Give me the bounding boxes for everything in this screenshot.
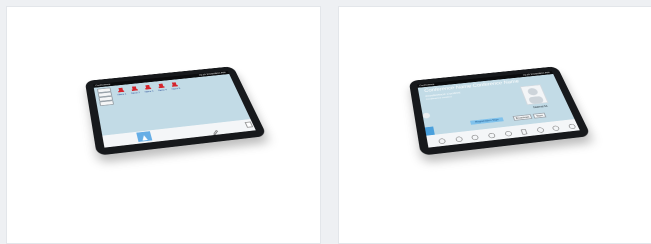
pen-icon[interactable] xyxy=(534,122,547,137)
right-product-card: Conference 10:25 2019/08/01 FRI Conferen… xyxy=(338,6,651,244)
seat-label: Name 2 xyxy=(131,91,141,95)
bottom-bar xyxy=(102,119,256,148)
tablet-device: Conference 10:25 2019/08/01 FRI Name 1 N… xyxy=(84,66,268,156)
menu-item-vote[interactable] xyxy=(99,100,115,107)
left-product-card: Conference 10:25 2019/08/01 FRI Name 1 N… xyxy=(6,6,321,244)
side-handle-icon[interactable] xyxy=(244,121,254,128)
notes-icon[interactable] xyxy=(453,131,464,147)
person-photo xyxy=(519,84,549,106)
status-app-name: Conference xyxy=(419,82,435,87)
broadcast-button[interactable]: Broadcast xyxy=(512,114,533,121)
chat-icon[interactable] xyxy=(486,127,498,143)
pen-icon[interactable] xyxy=(209,125,222,141)
start-button[interactable]: Start xyxy=(532,112,547,119)
vote-icon[interactable] xyxy=(469,129,480,145)
status-app-name: Conference xyxy=(95,82,111,87)
tablet-device: Conference 10:25 2019/08/01 FRI Conferen… xyxy=(408,66,592,156)
seat-label: Name 3 xyxy=(144,90,154,94)
bottom-bar xyxy=(426,119,580,148)
status-clock: 10:25 2019/08/01 FRI xyxy=(522,71,551,77)
bottom-icon-row xyxy=(437,121,577,146)
mic-icon[interactable] xyxy=(502,125,514,141)
status-clock: 10:25 2019/08/01 FRI xyxy=(198,71,227,77)
home-tab[interactable] xyxy=(136,131,153,142)
seat-label: Name 5 xyxy=(171,87,181,91)
registration-sign-button[interactable]: Registration Sign xyxy=(470,117,504,125)
user-icon[interactable] xyxy=(437,132,448,147)
side-round-button[interactable] xyxy=(422,112,431,119)
service-icon[interactable] xyxy=(565,118,579,133)
tablet-screen: Conference 10:25 2019/08/01 FRI Name 1 N… xyxy=(93,70,256,148)
person-name: Name11 xyxy=(532,103,549,110)
seat-label: Name 4 xyxy=(158,88,168,92)
seat-label: Name 1 xyxy=(117,93,127,97)
document-icon[interactable] xyxy=(518,123,531,139)
tablet-screen: Conference 10:25 2019/08/01 FRI Conferen… xyxy=(417,70,580,148)
settings-icon[interactable] xyxy=(549,120,562,135)
